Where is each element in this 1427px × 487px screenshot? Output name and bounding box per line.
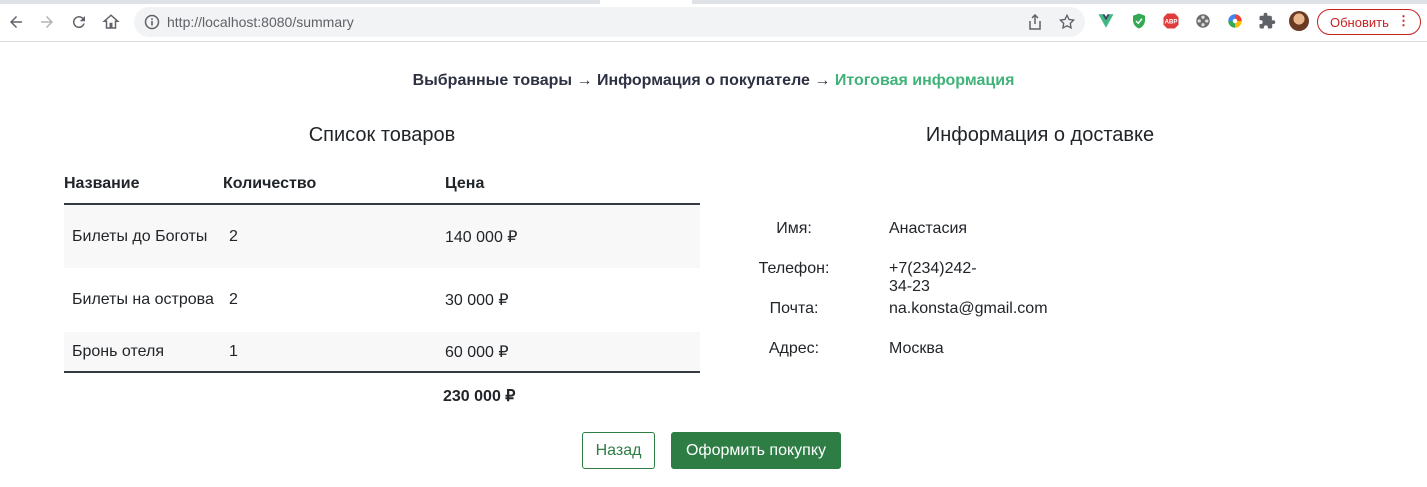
table-row: Билеты на острова 2 30 000 ₽ xyxy=(64,268,700,332)
tab-strip-edge xyxy=(0,0,600,4)
tab-strip-edge xyxy=(692,0,1427,4)
step-arrow: → xyxy=(809,72,835,89)
checkout-steps: Выбранные товары → Информация о покупате… xyxy=(0,72,1427,90)
item-price: 30 000 ₽ xyxy=(445,292,509,309)
goods-title: Список товаров xyxy=(308,124,456,146)
forward-icon[interactable] xyxy=(35,10,59,34)
item-price: 140 000 ₽ xyxy=(445,204,700,268)
home-icon[interactable] xyxy=(99,10,123,34)
item-price: 60 000 ₽ xyxy=(445,332,700,373)
update-browser-button[interactable]: Обновить ⋮ xyxy=(1317,9,1421,35)
update-label: Обновить xyxy=(1330,14,1389,30)
back-button[interactable]: Назад xyxy=(582,432,655,469)
table-row: Билеты до Боготы 2 140 000 ₽ xyxy=(64,204,700,268)
step-summary: Итоговая информация xyxy=(834,72,1015,89)
field-label: Почта: xyxy=(769,300,819,317)
url-path: :8080/summary xyxy=(257,14,354,30)
back-icon[interactable] xyxy=(4,10,28,34)
delivery-title: Информация о доставке xyxy=(925,124,1155,146)
puzzle-extensions-icon[interactable] xyxy=(1258,12,1276,30)
item-qty: 1 xyxy=(223,332,445,373)
goods-table: Название Количество Цена Билеты до Богот… xyxy=(64,164,700,373)
field-value: +7(234)242-34-23 xyxy=(889,260,977,295)
step-customer-info[interactable]: Информация о покупателе xyxy=(597,72,810,89)
profile-avatar[interactable] xyxy=(1289,11,1309,31)
item-name: Бронь отеля xyxy=(64,332,223,373)
table-row: Бронь отеля 1 60 000 ₽ xyxy=(64,332,700,373)
browser-toolbar: http://localhost:8080/summary ABP Обнови… xyxy=(0,0,1427,42)
svg-text:ABP: ABP xyxy=(1165,20,1178,26)
step-arrow: → xyxy=(572,72,597,89)
film-extension-icon[interactable] xyxy=(1194,12,1212,30)
item-name: Билеты на острова xyxy=(72,291,214,308)
header-price: Цена xyxy=(445,164,700,205)
field-value: Анастасия xyxy=(889,220,968,237)
checkout-button[interactable]: Оформить покупку xyxy=(671,432,841,469)
item-qty: 2 xyxy=(223,204,445,268)
adblock-icon[interactable]: ABP xyxy=(1162,12,1180,30)
url-host: http://localhost xyxy=(167,14,258,30)
item-name: Билеты до Боготы xyxy=(64,204,223,268)
url-text: http://localhost:8080/summary xyxy=(167,14,354,30)
address-bar[interactable]: http://localhost:8080/summary xyxy=(134,7,1085,37)
header-qty: Количество xyxy=(223,164,445,205)
step-selected-goods[interactable]: Выбранные товары xyxy=(413,72,572,89)
shield-extension-icon[interactable] xyxy=(1130,12,1148,30)
item-qty: 2 xyxy=(229,291,238,308)
field-label: Телефон: xyxy=(758,260,830,277)
field-label: Адрес: xyxy=(768,340,820,357)
reload-icon[interactable] xyxy=(67,10,91,34)
field-value: Москва xyxy=(889,340,944,357)
field-value: na.konsta@gmail.com xyxy=(889,300,1048,317)
more-menu-icon: ⋮ xyxy=(1397,13,1410,28)
star-icon[interactable] xyxy=(1058,13,1076,31)
total-price: 230 000 ₽ xyxy=(443,388,516,405)
vue-devtools-icon[interactable] xyxy=(1097,12,1115,30)
info-icon[interactable] xyxy=(144,14,160,30)
share-icon[interactable] xyxy=(1027,14,1043,30)
field-label: Имя: xyxy=(776,220,812,237)
header-name: Название xyxy=(64,164,223,205)
color-wheel-icon[interactable] xyxy=(1226,12,1244,30)
